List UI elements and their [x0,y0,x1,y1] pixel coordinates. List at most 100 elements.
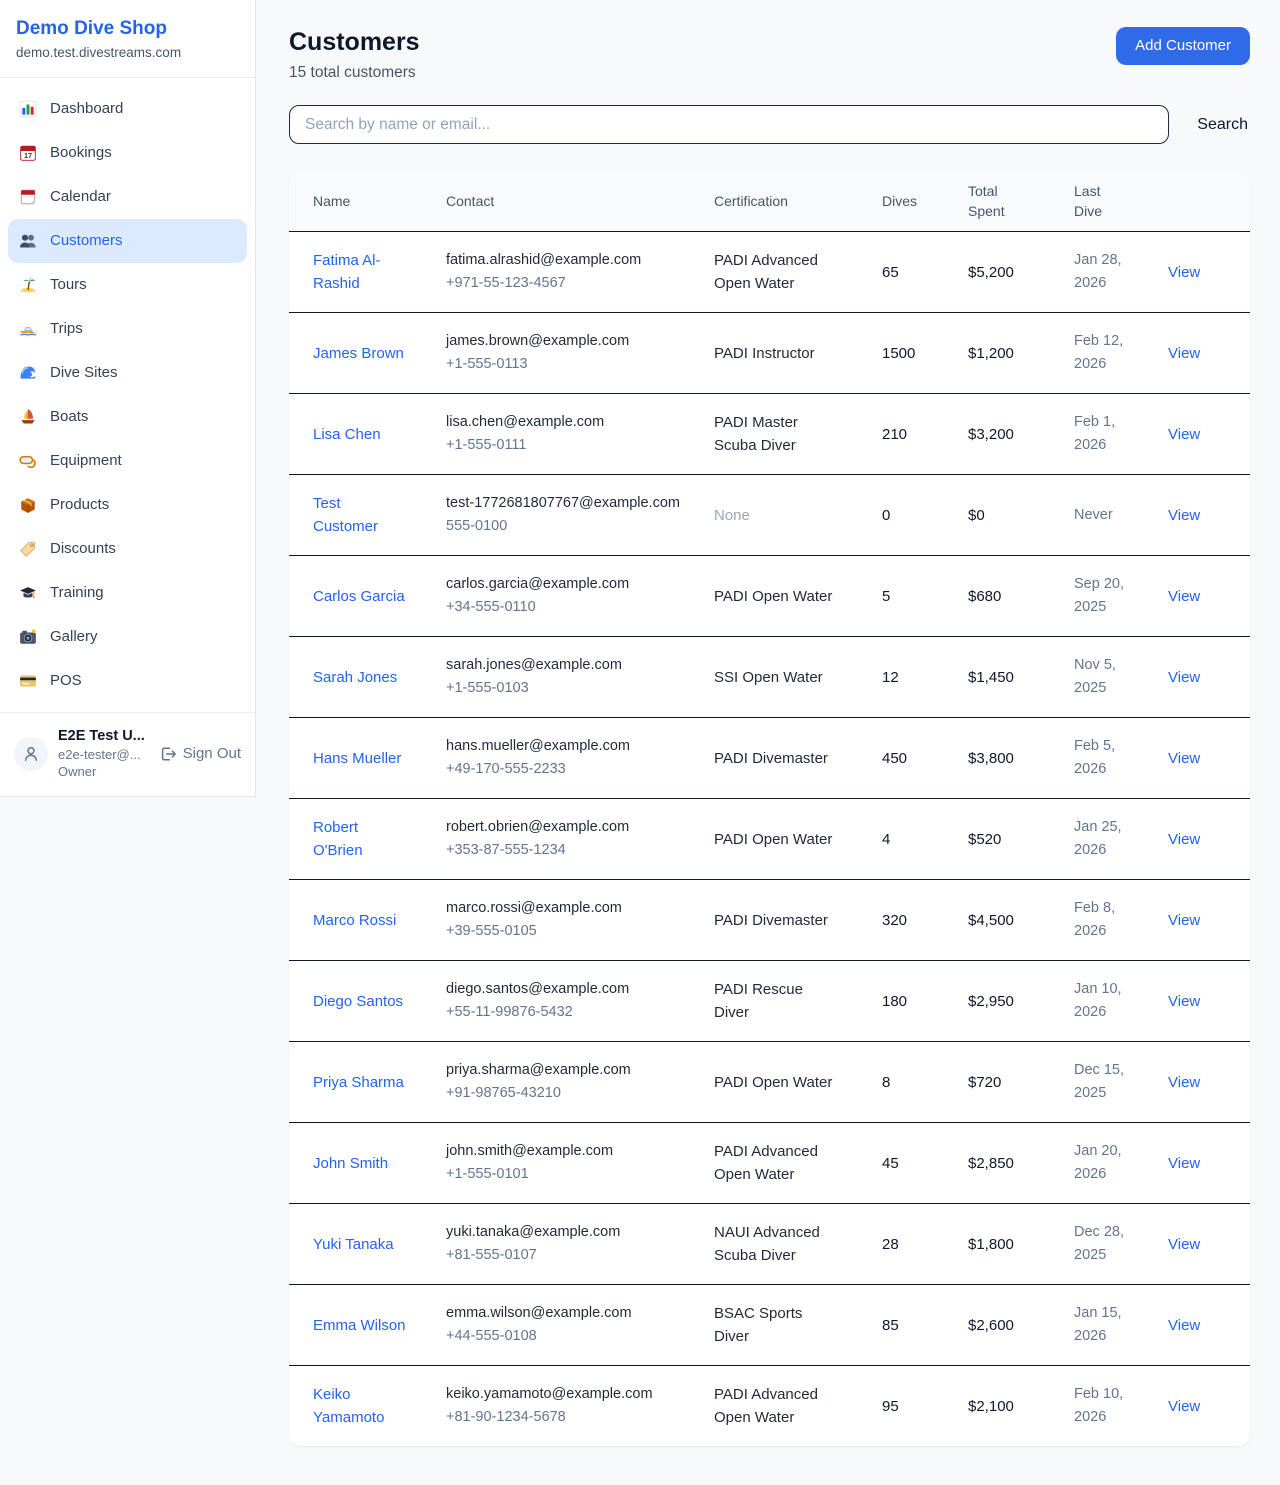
sidebar-item-products[interactable]: Products [8,483,247,527]
customer-total-spent: $5,200 [956,232,1062,313]
customer-phone: +81-90-1234-5678 [446,1406,690,1429]
search-button[interactable]: Search [1195,110,1250,140]
view-link[interactable]: View [1168,669,1200,686]
customer-total-spent: $720 [956,1042,1062,1123]
customer-name-link[interactable]: Marco Rossi [313,909,396,932]
table-row: Emma Wilsonemma.wilson@example.com+44-55… [289,1285,1250,1366]
sign-out-button[interactable]: Sign Out [160,745,241,762]
customer-name-link[interactable]: John Smith [313,1152,388,1175]
table-row: Lisa Chenlisa.chen@example.com+1-555-011… [289,394,1250,475]
table-header: NameContactCertificationDivesTotal Spent… [289,171,1250,232]
sidebar-item-equipment[interactable]: Equipment [8,439,247,483]
view-link[interactable]: View [1168,1155,1200,1172]
sidebar-item-dashboard[interactable]: Dashboard [8,87,247,131]
sidebar-item-bookings[interactable]: 17Bookings [8,131,247,175]
column-header-certification: Certification [702,171,870,232]
customer-email: emma.wilson@example.com [446,1302,690,1325]
view-link[interactable]: View [1168,912,1200,929]
sidebar-item-label: Dashboard [50,97,123,121]
sidebar-item-boats[interactable]: Boats [8,395,247,439]
customer-certification: PADI Open Water [714,828,838,851]
view-link[interactable]: View [1168,507,1200,524]
view-link[interactable]: View [1168,588,1200,605]
sidebar-item-discounts[interactable]: Discounts [8,527,247,571]
customer-name-link[interactable]: Carlos Garcia [313,585,405,608]
sidebar-item-calendar[interactable]: Calendar [8,175,247,219]
add-customer-button[interactable]: Add Customer [1116,27,1250,65]
customer-last-dive: Never [1074,504,1132,527]
customer-email: hans.mueller@example.com [446,735,690,758]
customer-email: john.smith@example.com [446,1140,690,1163]
calendar-icon [18,187,38,207]
customer-dives: 85 [870,1285,956,1366]
sidebar-item-dive-sites[interactable]: Dive Sites [8,351,247,395]
customer-name-link[interactable]: Test Customer [313,492,407,538]
sidebar-item-label: Discounts [50,537,116,561]
view-link[interactable]: View [1168,1398,1200,1415]
view-link[interactable]: View [1168,264,1200,281]
page-title: Customers [289,27,420,57]
customer-dives: 320 [870,880,956,961]
customer-name-link[interactable]: Robert O'Brien [313,816,407,862]
bar-chart-icon [18,99,38,119]
view-link[interactable]: View [1168,1317,1200,1334]
customer-email: priya.sharma@example.com [446,1059,690,1082]
main-header: Customers 15 total customers Add Custome… [289,27,1250,82]
island-icon [18,275,38,295]
sidebar-item-label: Trips [50,317,83,341]
customer-name-link[interactable]: Priya Sharma [313,1071,404,1094]
customer-total-spent: $2,600 [956,1285,1062,1366]
customer-total-spent: $2,850 [956,1123,1062,1204]
column-header-name: Name [289,171,434,232]
customer-last-dive: Jan 25, 2026 [1074,816,1132,862]
customer-name-link[interactable]: Emma Wilson [313,1314,406,1337]
sidebar-item-trips[interactable]: Trips [8,307,247,351]
avatar [14,737,48,771]
user-section: E2E Test U... e2e-tester@... Owner Sign … [0,712,255,796]
view-link[interactable]: View [1168,750,1200,767]
customer-certification: PADI Master Scuba Diver [714,411,838,457]
title-block: Customers 15 total customers [289,27,420,82]
sidebar-item-training[interactable]: Training [8,571,247,615]
customer-name-link[interactable]: Keiko Yamamoto [313,1383,407,1429]
customer-email: marco.rossi@example.com [446,897,690,920]
camera-icon [18,627,38,647]
customer-name-link[interactable]: Lisa Chen [313,423,381,446]
sign-out-icon [160,746,176,762]
customer-name-link[interactable]: Hans Mueller [313,747,401,770]
search-row: Search [289,105,1250,144]
sidebar-item-tours[interactable]: Tours [8,263,247,307]
customer-name-link[interactable]: Diego Santos [313,990,403,1013]
customer-phone: +34-555-0110 [446,596,690,619]
view-link[interactable]: View [1168,426,1200,443]
shop-domain: demo.test.divestreams.com [16,44,239,62]
customer-last-dive: Jan 20, 2026 [1074,1140,1132,1186]
customer-name-link[interactable]: Yuki Tanaka [313,1233,394,1256]
customer-last-dive: Jan 28, 2026 [1074,249,1132,295]
table-header-row: NameContactCertificationDivesTotal Spent… [289,171,1250,232]
column-header-contact: Contact [434,171,702,232]
customer-dives: 1500 [870,313,956,394]
svg-text:17: 17 [24,151,32,160]
customer-last-dive: Feb 5, 2026 [1074,735,1132,781]
person-icon [21,744,41,764]
view-link[interactable]: View [1168,993,1200,1010]
sidebar-item-pos[interactable]: POS [8,659,247,703]
customer-count: 15 total customers [289,64,420,82]
customer-name-link[interactable]: Sarah Jones [313,666,397,689]
view-link[interactable]: View [1168,345,1200,362]
customer-name-link[interactable]: James Brown [313,342,404,365]
customer-phone: +1-555-0101 [446,1163,690,1186]
search-input[interactable] [289,105,1169,144]
customer-email: fatima.alrashid@example.com [446,249,690,272]
customer-certification: PADI Advanced Open Water [714,1383,838,1429]
view-link[interactable]: View [1168,831,1200,848]
view-link[interactable]: View [1168,1236,1200,1253]
customer-certification: PADI Divemaster [714,747,838,770]
customer-name-link[interactable]: Fatima Al-Rashid [313,249,407,295]
view-link[interactable]: View [1168,1074,1200,1091]
sidebar-item-gallery[interactable]: Gallery [8,615,247,659]
customer-dives: 28 [870,1204,956,1285]
sidebar-item-customers[interactable]: Customers [8,219,247,263]
table-row: Carlos Garciacarlos.garcia@example.com+3… [289,556,1250,637]
